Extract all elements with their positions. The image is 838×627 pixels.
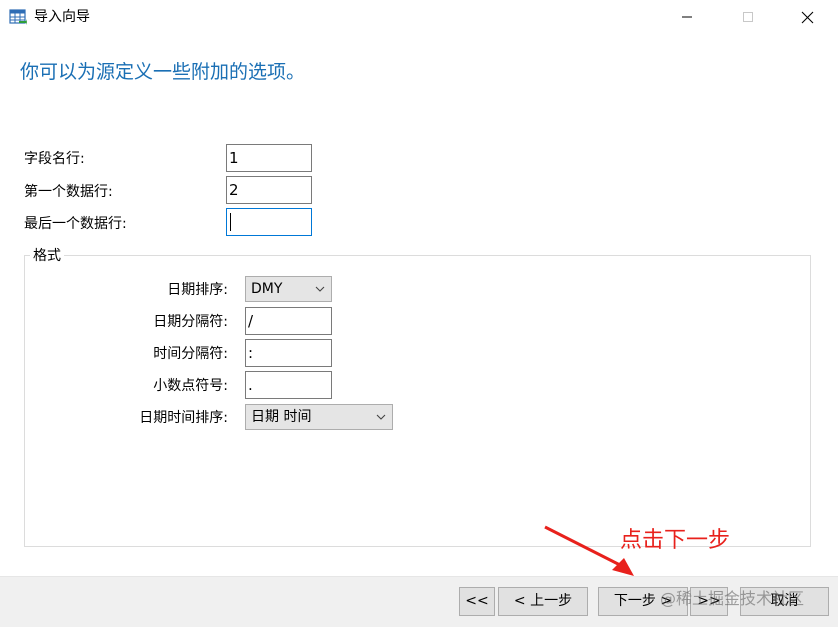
date-separator-label: 日期分隔符: xyxy=(153,314,228,330)
chevron-down-icon xyxy=(315,286,325,292)
time-separator-input[interactable] xyxy=(245,339,332,367)
close-button[interactable] xyxy=(784,0,830,34)
window-title: 导入向导 xyxy=(34,9,90,25)
minimize-icon xyxy=(682,16,692,18)
time-separator-label: 时间分隔符: xyxy=(153,346,228,362)
date-order-select[interactable]: DMY xyxy=(245,276,332,302)
field-name-row-input[interactable] xyxy=(226,144,312,172)
close-icon xyxy=(801,11,813,23)
annotation-text: 点击下一步 xyxy=(620,528,731,553)
decimal-symbol-label: 小数点符号: xyxy=(153,378,228,394)
first-data-row-label: 第一个数据行: xyxy=(24,184,113,200)
text-caret xyxy=(230,213,231,231)
back-button[interactable]: < 上一步 xyxy=(498,587,588,616)
page-heading: 你可以为源定义一些附加的选项。 xyxy=(20,61,306,83)
date-order-value: DMY xyxy=(251,281,283,297)
date-order-label: 日期排序: xyxy=(167,282,228,298)
field-name-row-label: 字段名行: xyxy=(24,151,85,167)
watermark: @稀土掘金技术社区 xyxy=(660,589,805,608)
maximize-button[interactable] xyxy=(725,0,771,34)
format-group-title: 格式 xyxy=(30,247,64,265)
last-data-row-input[interactable] xyxy=(226,208,312,236)
maximize-icon xyxy=(743,12,753,22)
date-separator-input[interactable] xyxy=(245,307,332,335)
chevron-down-icon xyxy=(376,414,386,420)
minimize-button[interactable] xyxy=(664,0,710,34)
decimal-symbol-input[interactable] xyxy=(245,371,332,399)
table-import-icon xyxy=(9,9,27,25)
datetime-order-value: 日期 时间 xyxy=(251,409,312,425)
title-bar: 导入向导 xyxy=(0,0,838,34)
first-step-button[interactable]: << xyxy=(459,587,495,616)
first-data-row-input[interactable] xyxy=(226,176,312,204)
datetime-order-select[interactable]: 日期 时间 xyxy=(245,404,393,430)
datetime-order-label: 日期时间排序: xyxy=(139,410,228,426)
last-data-row-label: 最后一个数据行: xyxy=(24,216,127,232)
